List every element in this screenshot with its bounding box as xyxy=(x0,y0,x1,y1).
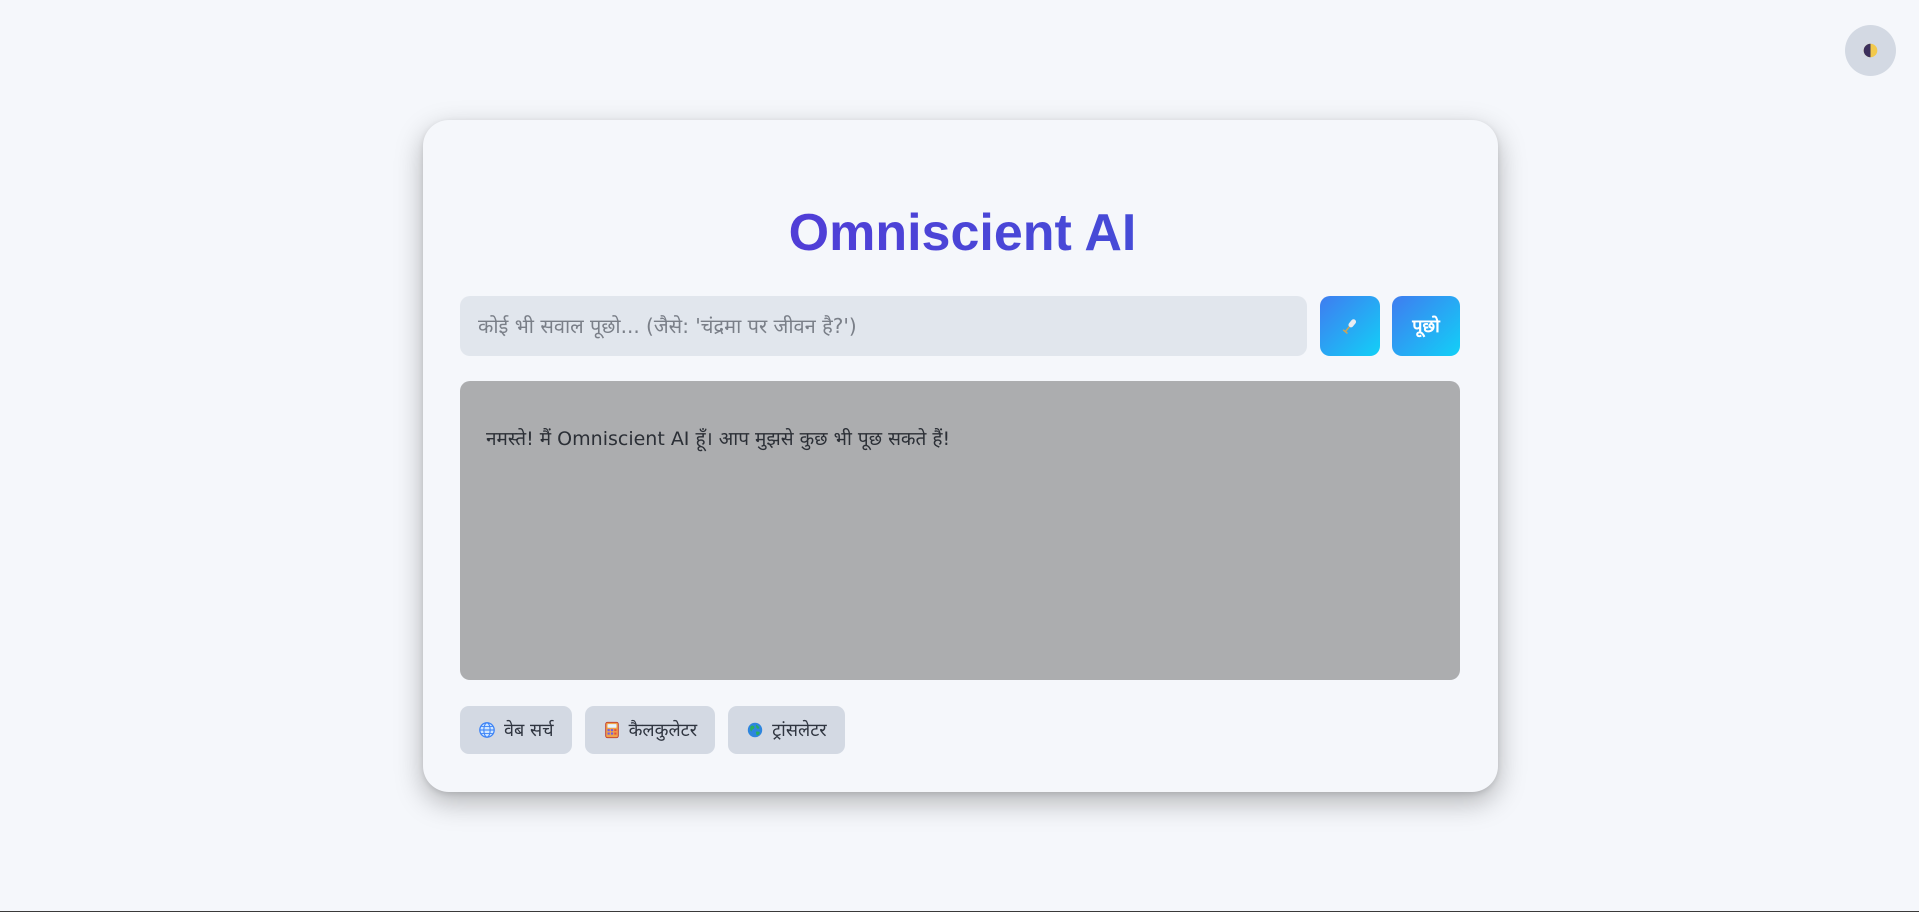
microphone-icon xyxy=(1340,316,1360,336)
voice-input-button[interactable] xyxy=(1320,296,1380,356)
main-card: Omniscient AI पूछो नमस्ते! मैं Omniscien… xyxy=(423,120,1498,792)
web-search-label: वेब सर्च xyxy=(504,720,554,741)
calculator-icon xyxy=(603,721,621,739)
globe-icon xyxy=(478,721,496,739)
calculator-tool-button[interactable]: कैलकुलेटर xyxy=(584,706,716,754)
web-search-tool-button[interactable]: वेब सर्च xyxy=(460,706,572,754)
translator-label: ट्रांसलेटर xyxy=(772,720,827,741)
question-input[interactable] xyxy=(460,296,1307,356)
response-panel: नमस्ते! मैं Omniscient AI हूँ। आप मुझसे … xyxy=(460,381,1460,680)
ask-button[interactable]: पूछो xyxy=(1392,296,1460,356)
earth-icon xyxy=(746,721,764,739)
tool-buttons: वेब सर्च कैलकुलेटर ट्रांसलेटर xyxy=(460,706,845,754)
calculator-label: कैलकुलेटर xyxy=(628,720,698,741)
theme-toggle-button[interactable] xyxy=(1845,25,1896,76)
translator-tool-button[interactable]: ट्रांसलेटर xyxy=(728,706,845,754)
half-moon-contrast-icon xyxy=(1862,42,1879,59)
assistant-message: नमस्ते! मैं Omniscient AI हूँ। आप मुझसे … xyxy=(486,428,951,450)
page-title: Omniscient AI xyxy=(423,198,1498,268)
